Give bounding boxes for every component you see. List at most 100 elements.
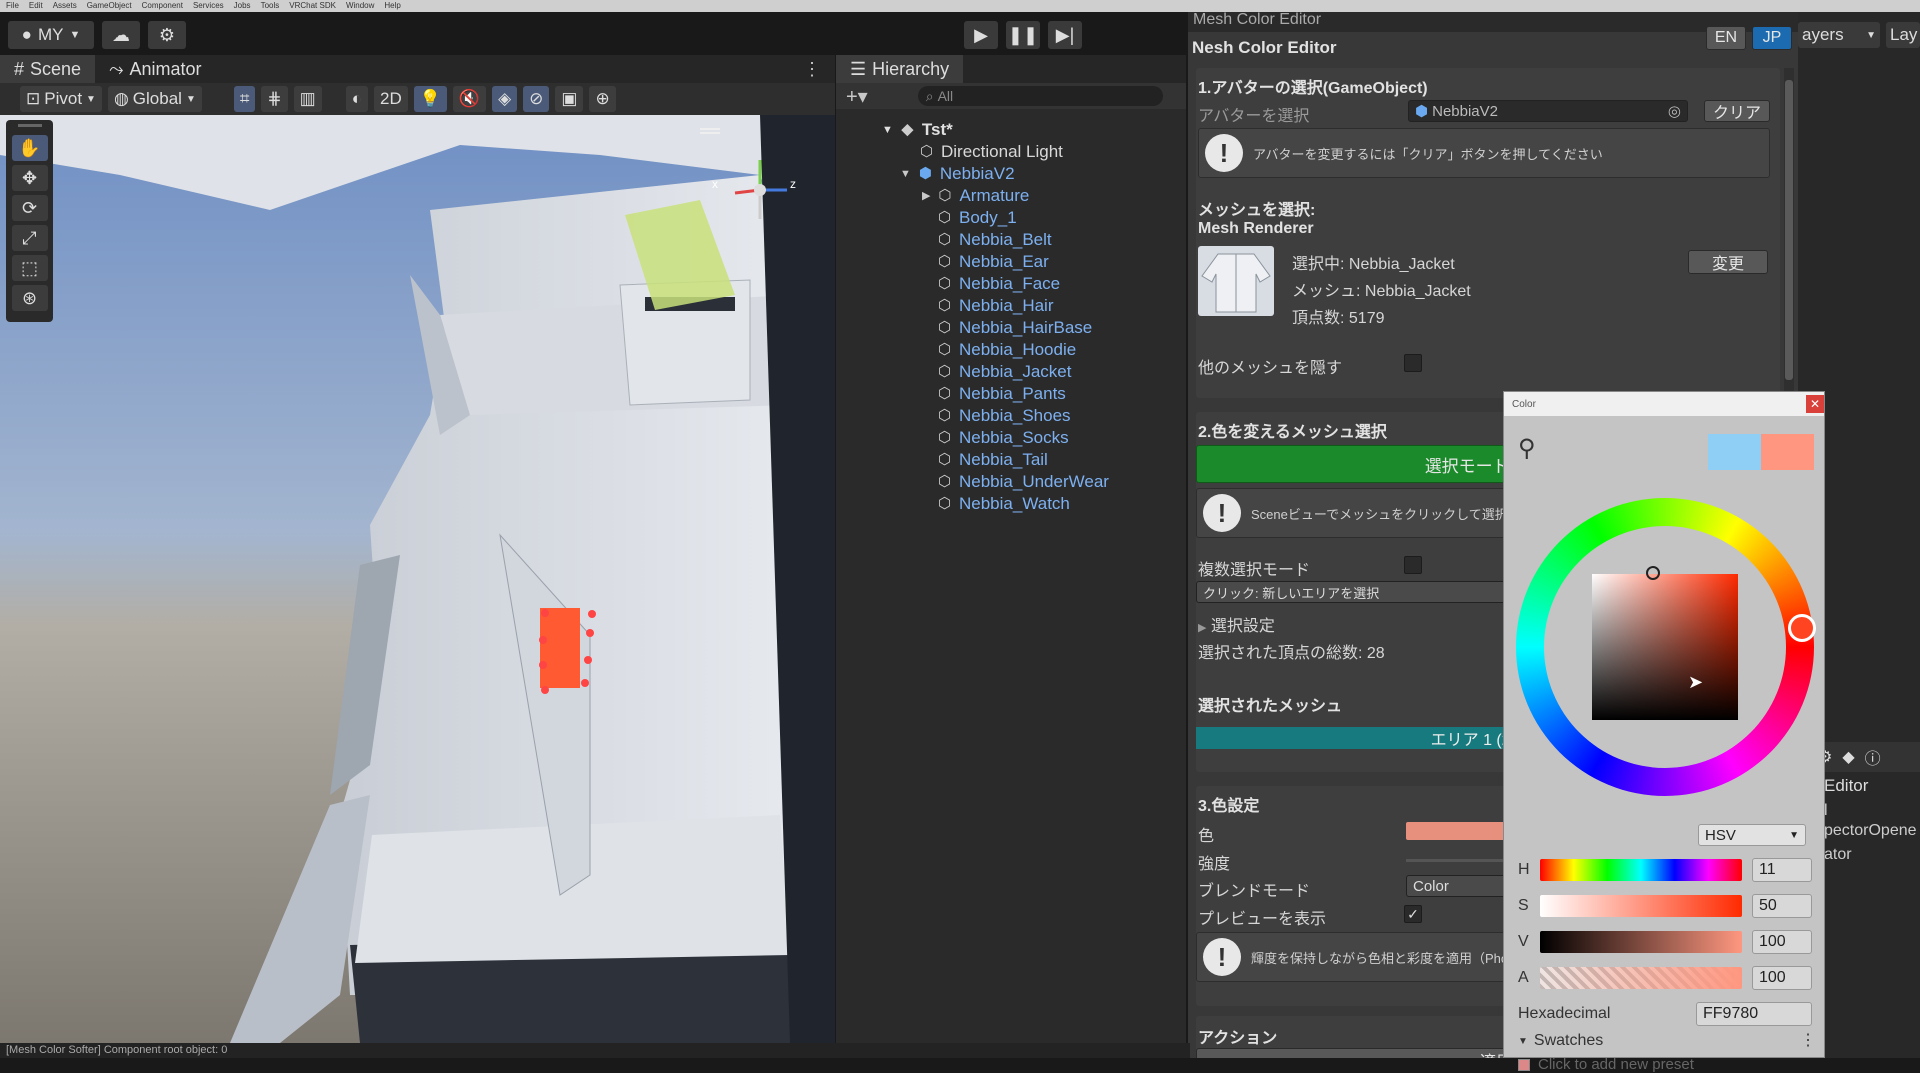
list-item[interactable]: ⬡ Nebbia_Watch: [936, 493, 1070, 515]
scrollbar[interactable]: [1784, 68, 1794, 398]
list-item[interactable]: ⬡ Nebbia_Hair: [936, 295, 1054, 317]
menu-assets[interactable]: Assets: [53, 0, 77, 12]
layout-dropdown[interactable]: Lay: [1886, 22, 1920, 48]
hierarchy-search-input[interactable]: ⌕ All: [917, 86, 1163, 106]
h-slider[interactable]: [1540, 859, 1742, 881]
ruler-button[interactable]: ▥: [293, 86, 322, 112]
swatches-menu-icon[interactable]: ⋮: [1800, 1030, 1816, 1050]
play-button[interactable]: ▶: [964, 21, 998, 49]
grid-icon: #: [14, 58, 25, 79]
list-item[interactable]: ▶ ⬡ Armature: [922, 185, 1029, 207]
more-options-icon[interactable]: ⋮: [803, 59, 821, 80]
a-slider[interactable]: [1540, 967, 1742, 989]
scene-view[interactable]: x z: [0, 115, 835, 1043]
grid-snap-button[interactable]: ⌗: [233, 86, 256, 112]
menu-services[interactable]: Services: [193, 0, 224, 12]
hex-value-field[interactable]: FF9780: [1696, 1002, 1812, 1026]
list-item[interactable]: ⬡ Body_1: [936, 207, 1017, 229]
account-dropdown[interactable]: ● MY ▼: [8, 21, 94, 49]
list-item[interactable]: ⬡ Nebbia_HairBase: [936, 317, 1092, 339]
pivot-dropdown[interactable]: ⊡ Pivot ▼: [20, 86, 102, 112]
shading-mode-dropdown[interactable]: ◐: [345, 86, 369, 112]
menu-component[interactable]: Component: [142, 0, 183, 12]
list-item[interactable]: ⬡ Nebbia_Pants: [936, 383, 1066, 405]
eyedropper-icon[interactable]: ⚲: [1518, 434, 1536, 463]
step-button[interactable]: ▶|: [1048, 21, 1082, 49]
menu-edit[interactable]: Edit: [29, 0, 43, 12]
rotate-tool-button[interactable]: ⟳: [11, 195, 48, 221]
a-value-field[interactable]: 100: [1752, 966, 1812, 990]
lang-en-button[interactable]: EN: [1706, 26, 1746, 50]
layers-dropdown[interactable]: ayers ▼: [1798, 22, 1880, 48]
swatches-foldout[interactable]: ▼ Swatches: [1518, 1032, 1603, 1050]
tab-scene[interactable]: # Scene: [0, 55, 96, 83]
v-slider[interactable]: [1540, 931, 1742, 953]
list-item[interactable]: ⬡ Nebbia_Face: [936, 273, 1060, 295]
snap-increment-button[interactable]: ⋕: [261, 86, 288, 112]
menu-vrchat-sdk[interactable]: VRChat SDK: [289, 0, 336, 12]
sv-handle[interactable]: [1646, 566, 1660, 580]
transform-tool-button[interactable]: ⊛: [11, 285, 48, 311]
s-slider[interactable]: [1540, 895, 1742, 917]
hand-tool-button[interactable]: ✋: [11, 135, 48, 161]
add-button[interactable]: +▾: [846, 84, 868, 109]
list-item[interactable]: ⬡ Nebbia_Socks: [936, 427, 1069, 449]
rect-tool-button[interactable]: ⬚: [11, 255, 48, 281]
hue-handle[interactable]: [1788, 614, 1816, 642]
scale-tool-button[interactable]: ⤢: [11, 225, 48, 251]
previous-color-swatch[interactable]: [1708, 434, 1761, 470]
s-value-field[interactable]: 50: [1752, 894, 1812, 918]
audio-toggle[interactable]: 🔇: [452, 86, 487, 112]
move-tool-button[interactable]: ✥: [11, 165, 48, 191]
tab-animator[interactable]: ⤳ Animator: [95, 55, 215, 83]
avatar-field[interactable]: ⬢ NebbiaV2 ◎: [1408, 100, 1688, 122]
tab-hierarchy[interactable]: ☰ Hierarchy: [836, 55, 964, 83]
global-dropdown[interactable]: ◍ Global ▼: [107, 86, 202, 112]
lang-jp-button[interactable]: JP: [1752, 26, 1792, 50]
v-value-field[interactable]: 100: [1752, 930, 1812, 954]
toggle-2d-button[interactable]: 2D: [374, 86, 408, 112]
menu-help[interactable]: Help: [384, 0, 400, 12]
hide-others-checkbox[interactable]: [1404, 354, 1422, 372]
menu-tools[interactable]: Tools: [261, 0, 280, 12]
list-item[interactable]: ⬡ Nebbia_UnderWear: [936, 471, 1109, 493]
lighting-toggle[interactable]: 💡: [413, 86, 447, 112]
list-item[interactable]: ⬡ Nebbia_Jacket: [936, 361, 1072, 383]
list-item[interactable]: ⬡ Directional Light: [918, 141, 1063, 163]
add-preset-row[interactable]: Click to add new preset: [1518, 1056, 1694, 1073]
camera-dropdown[interactable]: ▣: [555, 86, 584, 112]
saturation-value-square[interactable]: [1592, 574, 1738, 720]
change-button[interactable]: 変更: [1688, 250, 1768, 274]
palette-handle[interactable]: [17, 124, 42, 127]
scrollbar-thumb[interactable]: [1785, 80, 1793, 380]
list-item[interactable]: ⬡ Nebbia_Hoodie: [936, 339, 1076, 361]
list-item[interactable]: ▼ ⬢ NebbiaV2: [900, 163, 1015, 185]
menu-window[interactable]: Window: [346, 0, 374, 12]
close-button[interactable]: ✕: [1806, 395, 1824, 413]
cloud-button[interactable]: ☁: [102, 21, 140, 49]
h-value-field[interactable]: 11: [1752, 858, 1812, 882]
clear-button[interactable]: クリア: [1704, 100, 1770, 122]
list-item[interactable]: ⬡ Nebbia_Belt: [936, 229, 1052, 251]
info-icon[interactable]: ⓘ: [1865, 745, 1881, 769]
effects-toggle[interactable]: ◈: [492, 86, 518, 112]
scene-root[interactable]: ▼ ◆ Tst*: [882, 119, 953, 141]
visibility-toggle[interactable]: ⊘: [523, 86, 550, 112]
current-color-swatch[interactable]: [1761, 434, 1814, 470]
multi-select-checkbox[interactable]: [1404, 556, 1422, 574]
tag-icon[interactable]: ◆: [1842, 747, 1854, 767]
select-settings-foldout[interactable]: ▶ 選択設定: [1198, 612, 1275, 636]
list-item[interactable]: ⬡ Nebbia_Ear: [936, 251, 1049, 273]
list-item[interactable]: ⬡ Nebbia_Shoes: [936, 405, 1071, 427]
menu-gameobject[interactable]: GameObject: [87, 0, 132, 12]
color-picker-titlebar[interactable]: Color ✕: [1504, 392, 1824, 416]
menu-jobs[interactable]: Jobs: [234, 0, 251, 12]
target-icon[interactable]: ◎: [1668, 102, 1681, 120]
list-item[interactable]: ⬡ Nebbia_Tail: [936, 449, 1048, 471]
collab-button[interactable]: ⚙: [148, 21, 186, 49]
gizmos-dropdown[interactable]: ⊕: [589, 86, 616, 112]
color-mode-dropdown[interactable]: HSV ▼: [1698, 824, 1806, 846]
menu-file[interactable]: File: [6, 0, 19, 12]
pause-button[interactable]: ❚❚: [1006, 21, 1040, 49]
preview-checkbox[interactable]: ✓: [1404, 905, 1422, 923]
